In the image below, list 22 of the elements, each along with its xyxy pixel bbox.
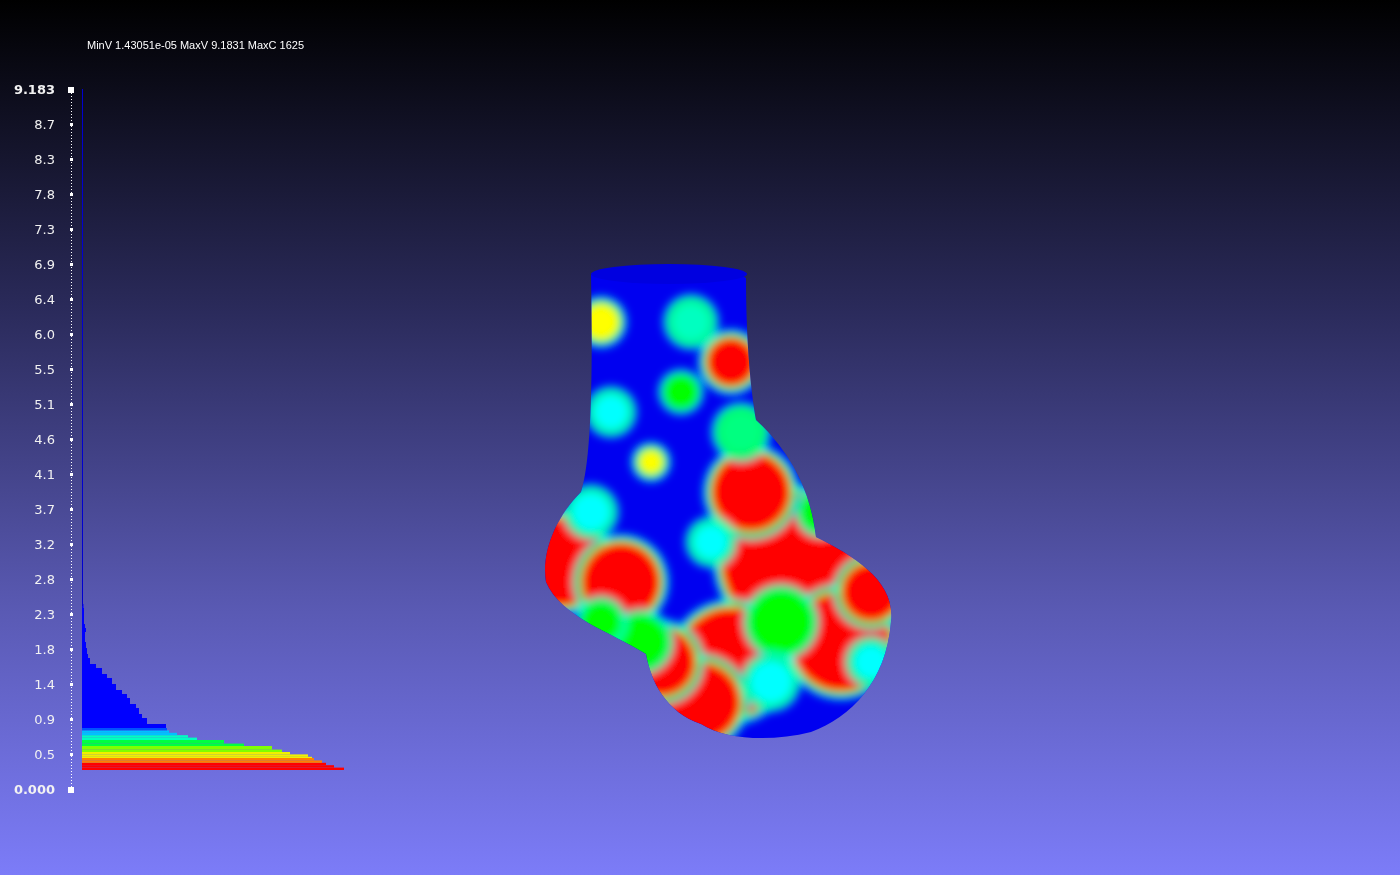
info-text: MinV 1.43051e-05 MaxV 9.1831 MaxC 1625 <box>87 39 305 52</box>
scale-label: 0.000 <box>13 781 55 798</box>
scale-label: 2.3 <box>34 606 55 623</box>
scale-label: 9.183 <box>13 81 55 98</box>
scale-label: 6.4 <box>34 291 55 308</box>
scale-label: 4.6 <box>34 431 55 448</box>
scale-label: 1.8 <box>34 641 55 658</box>
scale-label: 3.2 <box>34 536 55 553</box>
scale-label: 4.1 <box>34 466 55 483</box>
scale-label: 8.3 <box>34 151 55 168</box>
scale-label: 7.8 <box>34 186 55 203</box>
scale-label: 2.8 <box>34 571 55 588</box>
scale-label: 5.5 <box>34 361 55 378</box>
scale-label: 8.7 <box>34 116 55 133</box>
scale-label: 0.5 <box>34 746 55 763</box>
scale-label: 3.7 <box>34 501 55 518</box>
scale-label: 6.9 <box>34 256 55 273</box>
scale-label: 1.4 <box>34 676 55 693</box>
scale-label: 6.0 <box>34 326 55 343</box>
scale-label: 0.9 <box>34 711 55 728</box>
scale-label: 5.1 <box>34 396 55 413</box>
scale-label: 7.3 <box>34 221 55 238</box>
